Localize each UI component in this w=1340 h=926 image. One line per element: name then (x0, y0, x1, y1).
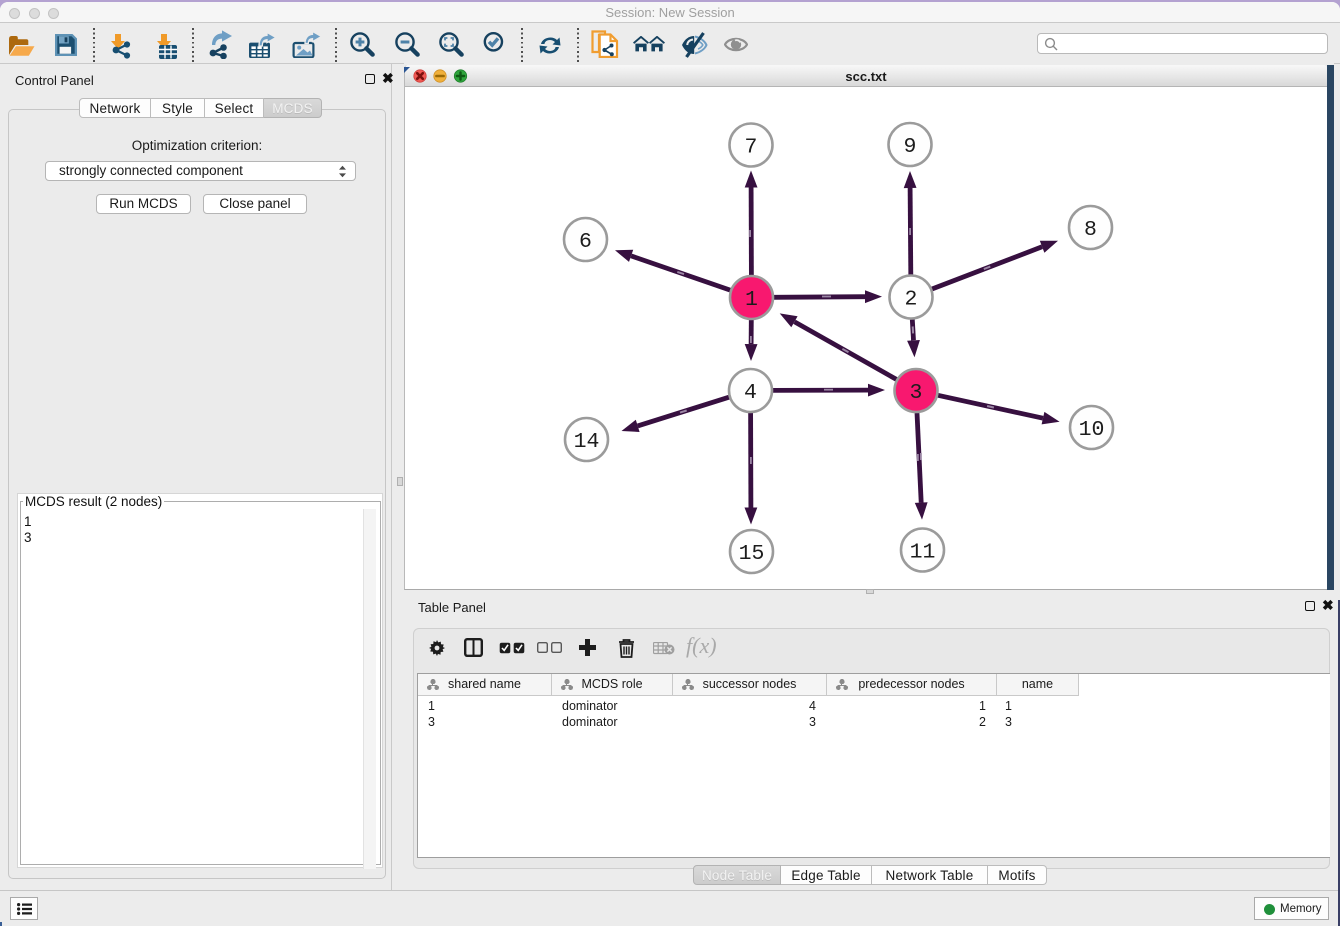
svg-text:2: 2 (905, 288, 918, 312)
svg-text:8: 8 (1084, 218, 1097, 242)
svg-text:6: 6 (579, 230, 592, 254)
svg-text:3: 3 (910, 381, 923, 405)
svg-text:4: 4 (744, 381, 757, 405)
svg-text:14: 14 (574, 430, 600, 454)
svg-text:10: 10 (1079, 418, 1105, 442)
svg-text:11: 11 (910, 541, 936, 565)
svg-text:9: 9 (904, 135, 917, 159)
svg-text:15: 15 (739, 542, 765, 566)
svg-text:1: 1 (745, 288, 758, 312)
svg-text:7: 7 (745, 136, 758, 160)
